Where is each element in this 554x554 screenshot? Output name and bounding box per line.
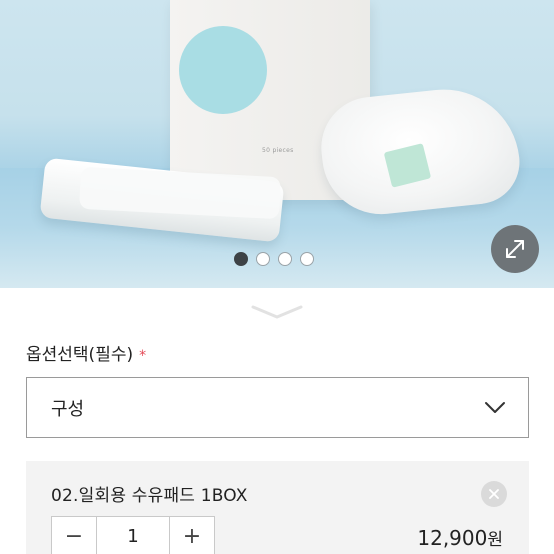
option-label: 옵션선택(필수) * <box>26 340 146 365</box>
box-circle-graphic <box>179 26 267 114</box>
pagination-dot-3[interactable] <box>278 252 292 266</box>
quantity-stepper: − 1 + <box>51 516 215 554</box>
selected-option-card: 02.일회용 수유패드 1BOX − 1 + 12,900원 <box>26 461 529 554</box>
option-select-value: 구성 <box>51 398 85 420</box>
nursing-pad-image <box>316 82 524 220</box>
pad-green-patch <box>383 143 432 188</box>
quantity-increase-button[interactable]: + <box>170 517 214 554</box>
quantity-decrease-button[interactable]: − <box>52 517 96 554</box>
collapse-handle[interactable] <box>250 303 304 321</box>
chevron-down-icon <box>485 401 505 413</box>
pagination-dot-4[interactable] <box>300 252 314 266</box>
required-mark: * <box>139 348 147 364</box>
pagination-dot-1[interactable] <box>234 252 248 266</box>
remove-option-button[interactable] <box>481 481 507 507</box>
option-price: 12,900원 <box>417 525 503 550</box>
pagination-dot-2[interactable] <box>256 252 270 266</box>
box-label: 50 pieces <box>262 147 294 154</box>
close-icon <box>489 489 499 499</box>
product-image-gallery[interactable]: 50 pieces <box>0 0 554 288</box>
selected-option-name: 02.일회용 수유패드 1BOX <box>51 486 248 506</box>
quantity-value[interactable]: 1 <box>96 517 170 554</box>
chevron-down-icon <box>251 305 303 319</box>
gallery-pagination <box>234 252 314 266</box>
option-price-value: 12,900 <box>417 526 488 550</box>
zoom-button[interactable] <box>491 225 539 273</box>
option-price-currency: 원 <box>487 530 503 550</box>
option-select[interactable]: 구성 <box>26 377 529 438</box>
expand-arrows-icon <box>506 240 524 258</box>
option-label-text: 옵션선택(필수) <box>26 345 134 365</box>
